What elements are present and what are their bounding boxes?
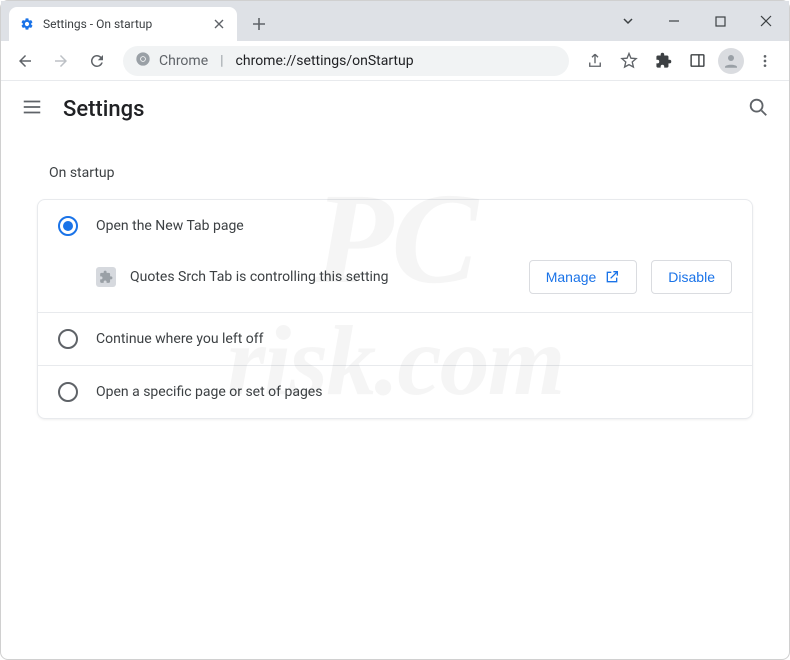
disable-button[interactable]: Disable	[651, 260, 732, 294]
forward-button[interactable]	[45, 45, 77, 77]
option-label: Continue where you left off	[96, 331, 264, 347]
chrome-logo-icon	[135, 51, 151, 71]
option-label: Open the New Tab page	[96, 218, 244, 234]
close-window-button[interactable]	[743, 1, 789, 41]
gear-icon	[19, 16, 35, 32]
open-external-icon	[604, 269, 620, 285]
side-panel-icon[interactable]	[681, 45, 713, 77]
browser-tab[interactable]: Settings - On startup	[9, 7, 237, 41]
omnibox-separator: |	[216, 53, 227, 69]
close-icon[interactable]	[211, 16, 227, 32]
omnibox-url: chrome://settings/onStartup	[236, 53, 414, 69]
extension-notice-text: Quotes Srch Tab is controlling this sett…	[130, 269, 515, 285]
startup-card: Open the New Tab page Quotes Srch Tab is…	[37, 199, 753, 419]
option-label: Open a specific page or set of pages	[96, 384, 322, 400]
radio-unchecked-icon[interactable]	[58, 382, 78, 402]
extension-puzzle-icon	[96, 267, 116, 287]
extension-notice: Quotes Srch Tab is controlling this sett…	[38, 252, 752, 312]
new-tab-button[interactable]	[245, 10, 273, 38]
option-continue[interactable]: Continue where you left off	[38, 312, 752, 365]
profile-avatar[interactable]	[715, 45, 747, 77]
bookmark-icon[interactable]	[613, 45, 645, 77]
browser-titlebar: Settings - On startup	[1, 1, 789, 41]
search-icon[interactable]	[747, 96, 769, 122]
maximize-button[interactable]	[697, 1, 743, 41]
settings-content: On startup Open the New Tab page Quotes …	[1, 137, 789, 431]
option-new-tab[interactable]: Open the New Tab page	[38, 200, 752, 252]
radio-unchecked-icon[interactable]	[58, 329, 78, 349]
browser-toolbar: Chrome | chrome://settings/onStartup	[1, 41, 789, 81]
share-icon[interactable]	[579, 45, 611, 77]
settings-appbar: Settings	[1, 81, 789, 137]
back-button[interactable]	[9, 45, 41, 77]
hamburger-icon[interactable]	[21, 96, 43, 122]
radio-checked-icon[interactable]	[58, 216, 78, 236]
section-title: On startup	[49, 165, 753, 181]
address-bar[interactable]: Chrome | chrome://settings/onStartup	[123, 46, 569, 76]
manage-button-label: Manage	[546, 269, 597, 285]
window-controls	[605, 1, 789, 41]
option-specific-pages[interactable]: Open a specific page or set of pages	[38, 365, 752, 418]
omnibox-scheme: Chrome	[159, 53, 208, 69]
manage-button[interactable]: Manage	[529, 260, 638, 294]
reload-button[interactable]	[81, 45, 113, 77]
tab-title: Settings - On startup	[43, 17, 203, 31]
disable-button-label: Disable	[668, 269, 715, 285]
minimize-button[interactable]	[651, 1, 697, 41]
chevron-down-icon[interactable]	[605, 1, 651, 41]
kebab-menu-icon[interactable]	[749, 45, 781, 77]
extensions-icon[interactable]	[647, 45, 679, 77]
page-title: Settings	[63, 97, 144, 122]
